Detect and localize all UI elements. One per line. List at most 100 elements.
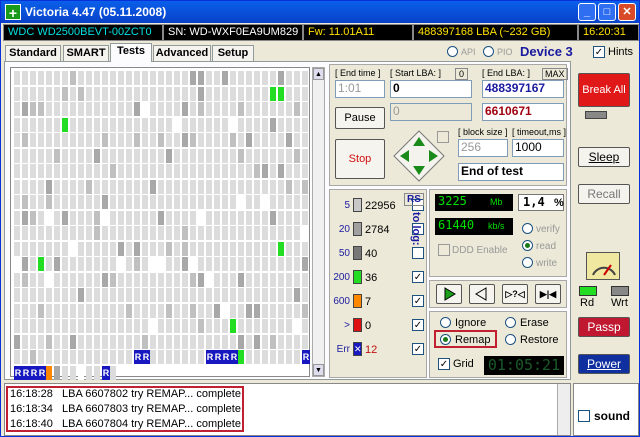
block-size-select[interactable]: 256 bbox=[458, 139, 508, 157]
erase-radio[interactable] bbox=[505, 317, 516, 328]
read-radio[interactable] bbox=[522, 240, 533, 251]
map-cell bbox=[86, 102, 92, 116]
map-scrollbar[interactable]: ▲ ▼ bbox=[312, 67, 325, 377]
map-cell bbox=[174, 195, 180, 209]
map-cell bbox=[246, 226, 252, 240]
map-cell bbox=[190, 350, 196, 364]
map-cell bbox=[14, 71, 20, 85]
block-threshold-label: 50 bbox=[338, 248, 350, 259]
verify-radio[interactable] bbox=[522, 223, 533, 234]
timeout-select[interactable]: 1000 bbox=[512, 139, 564, 157]
map-cell bbox=[158, 117, 164, 132]
remapped-cell: R bbox=[30, 365, 38, 380]
map-cell bbox=[14, 117, 20, 132]
map-cell bbox=[214, 71, 220, 85]
scroll-down-arrow-icon[interactable]: ▼ bbox=[313, 364, 324, 376]
tab-setup[interactable]: Setup bbox=[212, 45, 254, 61]
map-cell bbox=[262, 179, 268, 194]
map-cell bbox=[102, 226, 108, 240]
map-cell bbox=[94, 71, 100, 85]
map-cell bbox=[30, 272, 36, 287]
map-cell bbox=[62, 210, 68, 225]
map-cell bbox=[254, 303, 260, 318]
map-cell bbox=[70, 303, 76, 318]
tab-advanced[interactable]: Advanced bbox=[153, 45, 211, 61]
rs-button[interactable]: RS bbox=[404, 193, 424, 206]
minimize-button[interactable]: _ bbox=[578, 3, 596, 21]
drive-firmware: Fw: 11.01A11 bbox=[303, 24, 413, 41]
ignore-radio[interactable] bbox=[440, 317, 451, 328]
block-log-checkbox[interactable] bbox=[412, 247, 424, 259]
grid-checkbox[interactable]: ✓ bbox=[438, 358, 450, 370]
block-log-checkbox[interactable]: ✓ bbox=[412, 319, 424, 331]
map-cell bbox=[286, 195, 292, 209]
log-scrollbar[interactable] bbox=[557, 384, 570, 435]
tab-smart[interactable]: SMART bbox=[63, 45, 109, 61]
remapped-cell: R bbox=[142, 350, 150, 364]
sleep-button[interactable]: Sleep bbox=[578, 147, 630, 167]
map-cell bbox=[94, 257, 100, 271]
map-cell bbox=[70, 71, 76, 85]
recall-button[interactable]: Recall bbox=[578, 184, 630, 204]
map-cell bbox=[270, 102, 276, 116]
map-cell bbox=[278, 334, 284, 349]
write-radio[interactable] bbox=[522, 257, 533, 268]
map-cell bbox=[254, 210, 260, 225]
api-radio[interactable] bbox=[447, 46, 458, 57]
map-cell bbox=[30, 350, 36, 364]
block-log-checkbox[interactable]: ✓ bbox=[412, 271, 424, 283]
block-log-checkbox[interactable]: ✓ bbox=[412, 343, 424, 355]
map-cell bbox=[294, 148, 300, 163]
pio-radio[interactable] bbox=[483, 46, 494, 57]
map-cell bbox=[174, 272, 180, 287]
passp-button[interactable]: Passp bbox=[578, 317, 630, 337]
direction-checkbox[interactable] bbox=[437, 131, 449, 143]
map-cell bbox=[286, 102, 292, 116]
wrt-label: Wrt bbox=[611, 297, 628, 309]
start-lba-field[interactable]: 0 bbox=[390, 80, 472, 98]
back-button[interactable] bbox=[469, 284, 495, 304]
skip-end-button[interactable]: ▶|◀ bbox=[535, 284, 561, 304]
hints-checkbox[interactable]: ✓ bbox=[593, 46, 605, 58]
map-cell bbox=[30, 195, 36, 209]
break-all-button[interactable]: Break All bbox=[578, 73, 630, 107]
sound-checkbox[interactable] bbox=[578, 410, 590, 422]
title-bar[interactable]: + Victoria 4.47 (05.11.2008) _ □ ✕ bbox=[1, 1, 639, 23]
map-cell bbox=[86, 288, 92, 302]
play-button[interactable] bbox=[436, 284, 462, 304]
map-cell bbox=[238, 179, 244, 194]
stop-button[interactable]: Stop bbox=[335, 139, 385, 179]
map-cell bbox=[14, 319, 20, 333]
map-cell bbox=[70, 133, 76, 147]
pause-button[interactable]: Pause bbox=[335, 107, 385, 129]
start-lba-zero-button[interactable]: 0 bbox=[455, 68, 469, 80]
block-log-checkbox[interactable]: ✓ bbox=[412, 295, 424, 307]
close-button[interactable]: ✕ bbox=[618, 3, 636, 21]
map-cell bbox=[134, 117, 140, 132]
restore-radio[interactable] bbox=[505, 334, 516, 345]
power-button[interactable]: Power bbox=[578, 354, 630, 374]
maximize-button[interactable]: □ bbox=[598, 3, 616, 21]
end-lba-max-button[interactable]: MAX bbox=[542, 68, 568, 80]
map-cell bbox=[118, 148, 124, 163]
map-cell bbox=[110, 210, 116, 225]
tab-standard[interactable]: Standard bbox=[5, 45, 61, 61]
clock: 16:20:31 bbox=[578, 24, 639, 41]
map-cell bbox=[246, 102, 252, 116]
map-cell bbox=[206, 71, 212, 85]
map-cell bbox=[46, 148, 52, 163]
ddd-enable-checkbox[interactable] bbox=[438, 244, 450, 256]
remap-radio[interactable] bbox=[440, 334, 451, 345]
end-time-field[interactable]: 1:01 bbox=[335, 80, 385, 98]
map-cell bbox=[198, 288, 204, 302]
skip-unknown-button[interactable]: ▷?◁ bbox=[502, 284, 528, 304]
map-cell bbox=[238, 319, 244, 333]
end-mode-select[interactable]: End of test bbox=[458, 163, 564, 181]
map-cell bbox=[54, 148, 60, 163]
end-lba-field[interactable]: 488397167 bbox=[482, 80, 564, 98]
map-cell bbox=[286, 164, 292, 178]
map-cell bbox=[14, 350, 20, 364]
tab-tests[interactable]: Tests bbox=[110, 43, 152, 62]
scroll-up-arrow-icon[interactable]: ▲ bbox=[313, 68, 324, 80]
map-cell bbox=[78, 133, 84, 147]
